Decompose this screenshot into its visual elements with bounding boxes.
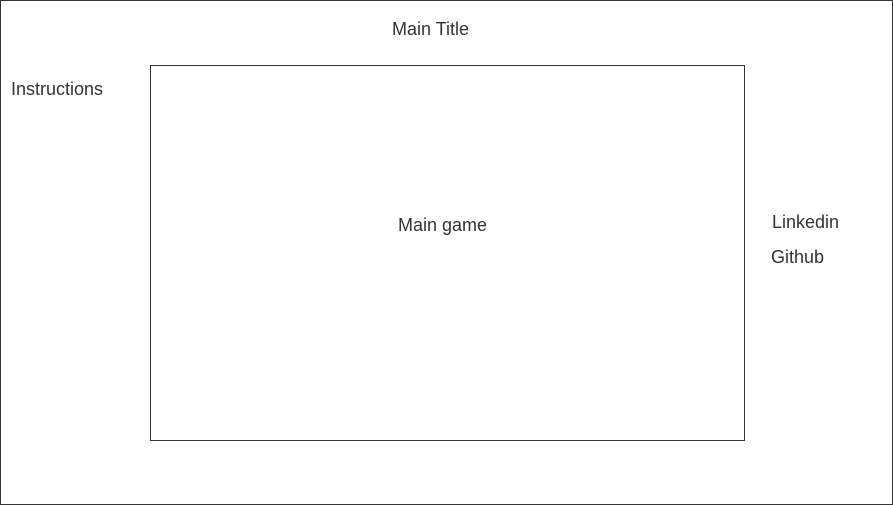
linkedin-link[interactable]: Linkedin <box>772 211 839 233</box>
instructions-label: Instructions <box>11 79 104 99</box>
wireframe-page: Main Title Instructions Main game Linked… <box>0 0 893 505</box>
main-game-area[interactable]: Main game <box>150 65 745 441</box>
main-title: Main Title <box>392 19 470 39</box>
github-link[interactable]: Github <box>771 246 824 268</box>
main-game-label: Main game <box>398 215 488 235</box>
